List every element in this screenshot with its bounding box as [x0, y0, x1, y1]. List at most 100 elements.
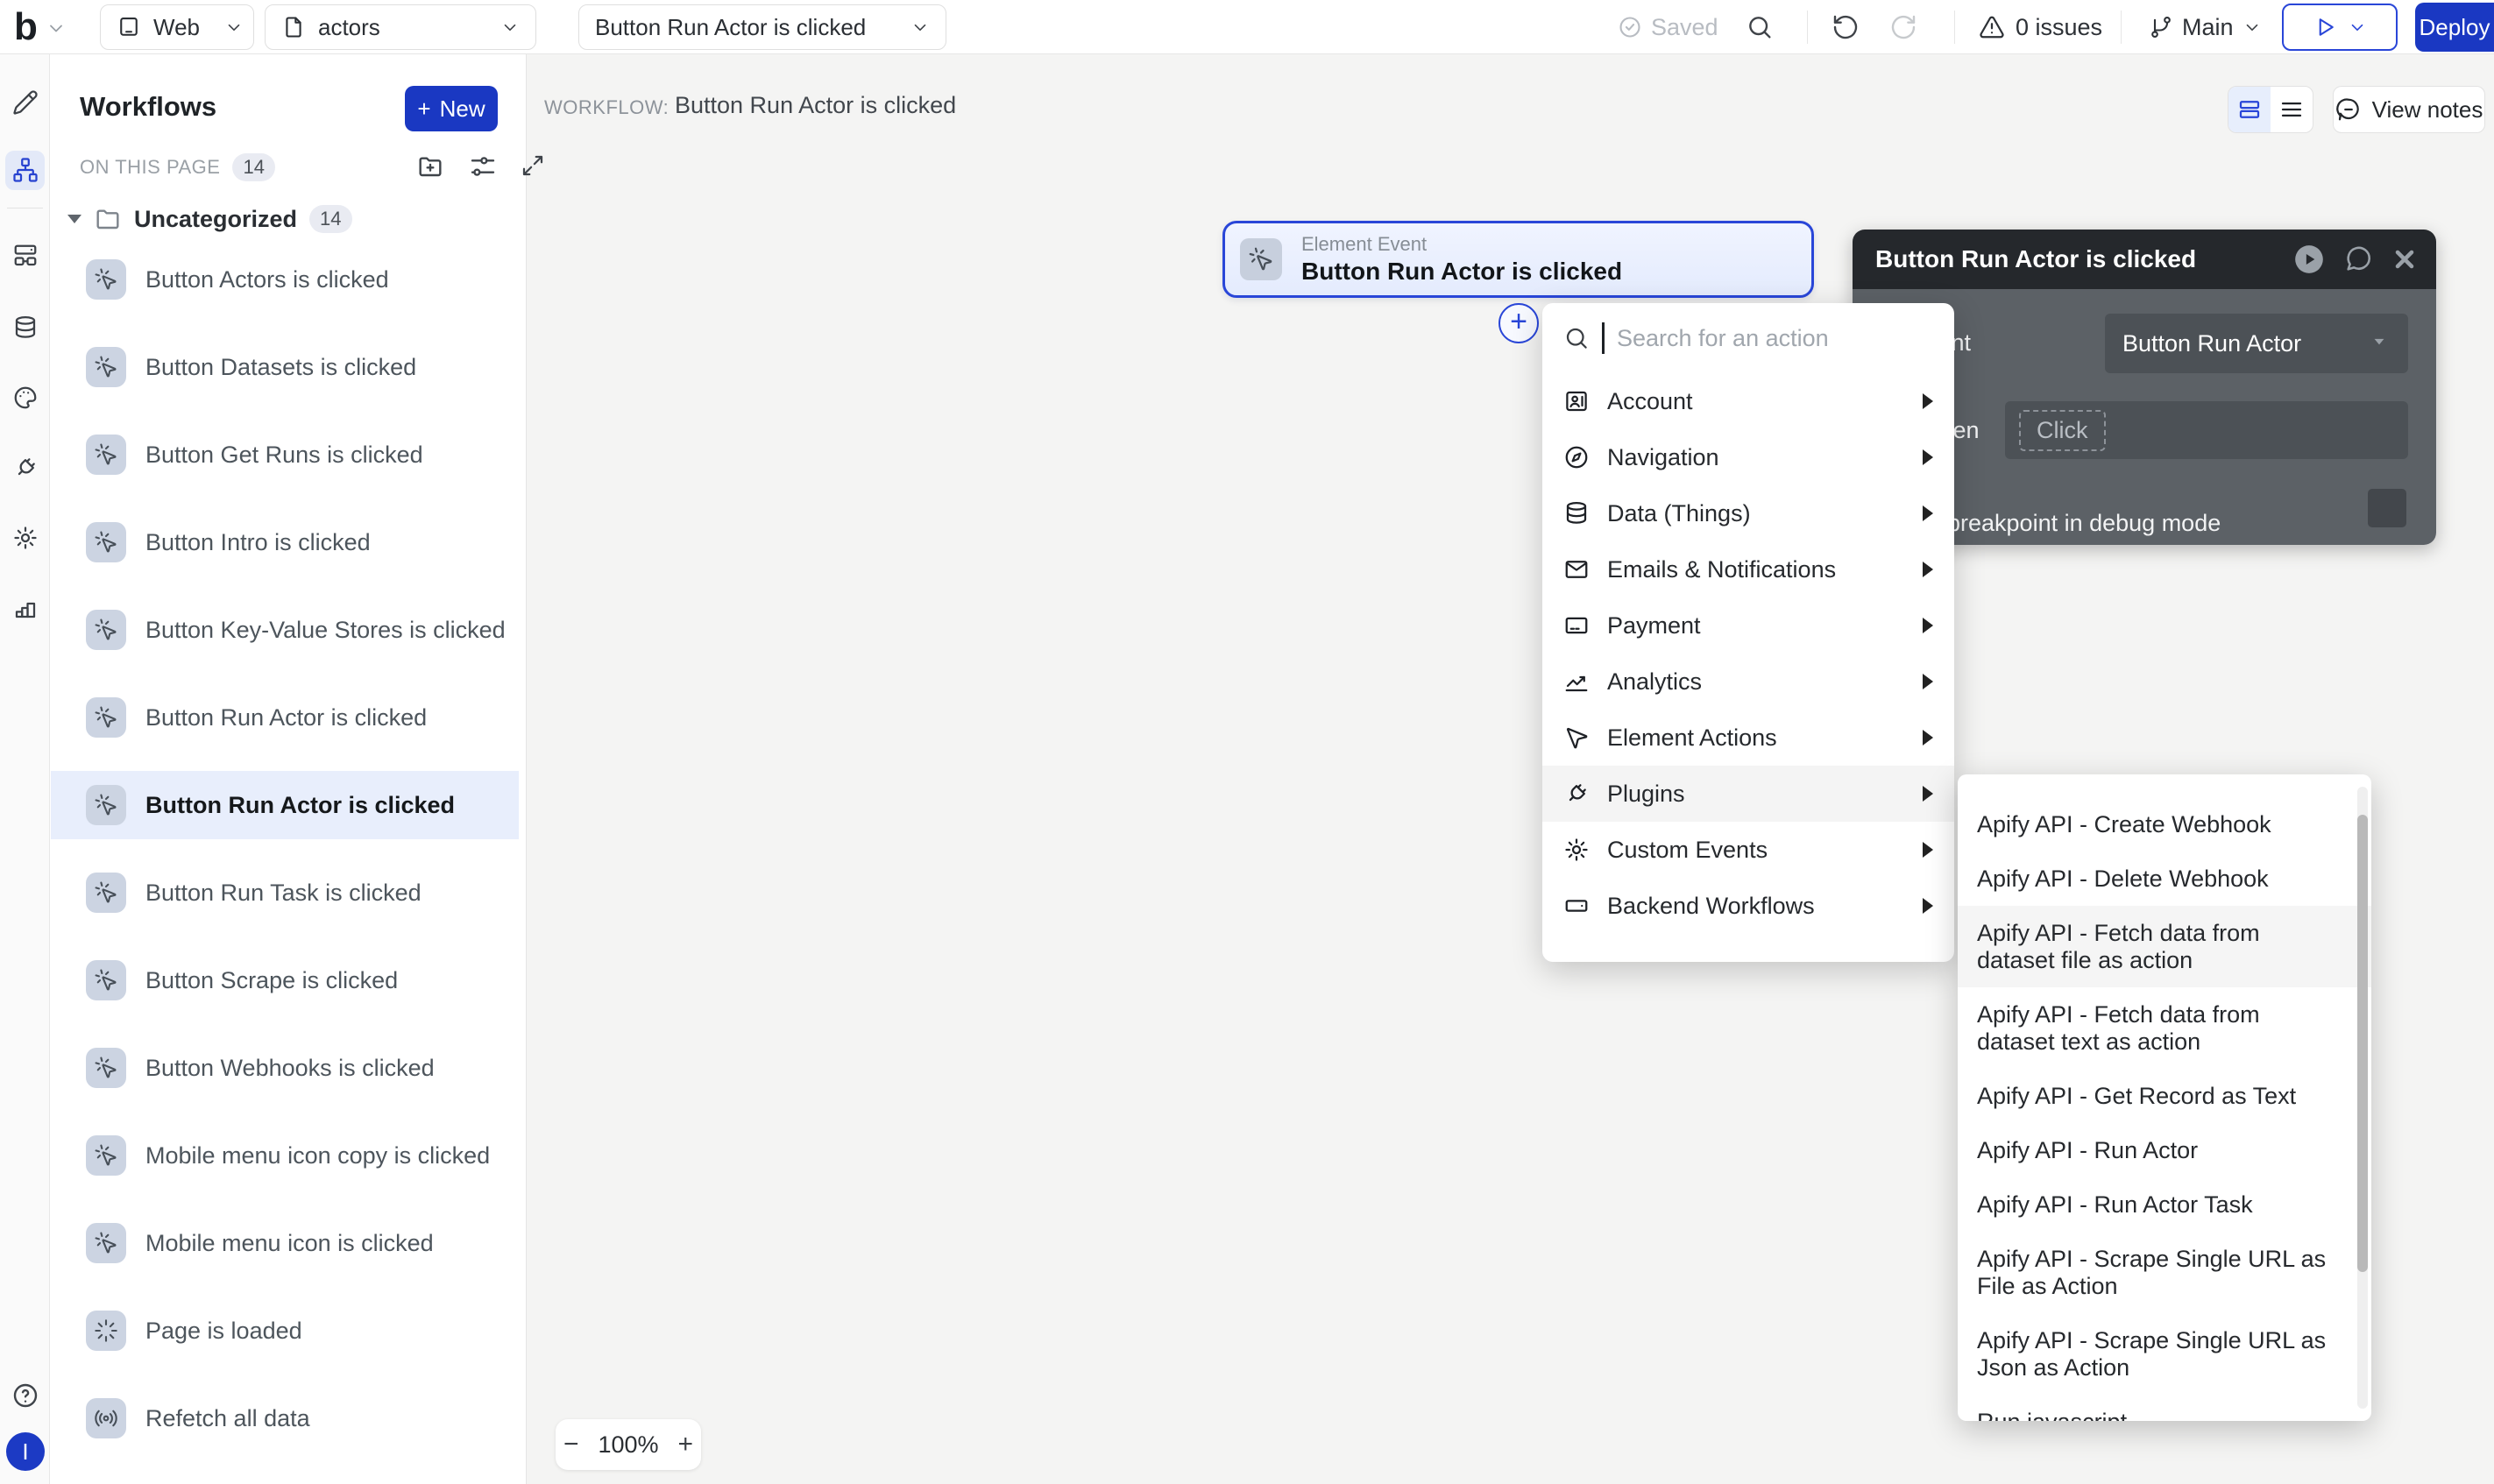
workflow-item[interactable]: Button Run Actor is clicked [51, 683, 519, 752]
settings-gear-icon[interactable] [12, 525, 39, 551]
expand-icon[interactable] [520, 152, 546, 179]
page-dropdown[interactable]: actors [265, 4, 536, 50]
help-icon[interactable] [11, 1382, 39, 1410]
issues-indicator[interactable]: 0 issues [1979, 0, 2102, 54]
page-dropdown-value: actors [318, 14, 380, 41]
add-folder-icon[interactable] [416, 152, 444, 180]
mail-icon [1563, 556, 1590, 583]
workflow-item[interactable]: Button Scrape is clicked [51, 946, 519, 1014]
menu-item-account[interactable]: Account [1542, 373, 1954, 429]
workflow-item[interactable]: Button Intro is clicked [51, 508, 519, 576]
database-icon[interactable] [12, 314, 39, 341]
workflow-dropdown[interactable]: Button Run Actor is clicked [578, 4, 946, 50]
backend-icon[interactable] [12, 243, 39, 269]
workflows-panel: Workflows + New ON THIS PAGE 14 Uncatego… [50, 54, 527, 1484]
workflow-tab-icon[interactable] [12, 157, 39, 183]
view-notes-button[interactable]: View notes [2333, 86, 2485, 133]
workflow-item[interactable]: Button Actors is clicked [51, 245, 519, 314]
view-toggle-group [2228, 86, 2313, 133]
chevron-down-icon [2242, 18, 2262, 37]
menu-item-plugins[interactable]: Plugins [1542, 766, 1954, 822]
workflow-item[interactable]: Mobile menu icon copy is clicked [51, 1121, 519, 1190]
submenu-item[interactable]: Apify API - Scrape Single URL as Json as… [1958, 1313, 2371, 1395]
workflow-item[interactable]: Button Run Task is clicked [51, 859, 519, 927]
folder-uncategorized[interactable]: Uncategorized 14 [67, 205, 352, 233]
logo-chevron-down-icon[interactable] [46, 18, 67, 39]
deploy-button[interactable]: Deploy [2415, 3, 2494, 52]
folder-count-badge: 14 [309, 205, 351, 233]
workflow-item[interactable]: Button Key-Value Stores is clicked [51, 596, 519, 664]
submenu-item[interactable]: Run javascript [1958, 1395, 2371, 1421]
filter-sliders-icon[interactable] [469, 152, 497, 180]
pointer-icon [1563, 724, 1590, 751]
action-search-row[interactable] [1542, 303, 1954, 373]
zoom-out-button[interactable]: − [563, 1430, 579, 1459]
comment-icon[interactable] [2343, 244, 2373, 274]
scrollbar-thumb[interactable] [2357, 815, 2368, 1272]
menu-item-custom-events[interactable]: Custom Events [1542, 822, 1954, 878]
event-node[interactable]: Element Event Button Run Actor is clicke… [1222, 221, 1814, 298]
panel-title: Workflows [80, 91, 216, 123]
menu-item-analytics[interactable]: Analytics [1542, 654, 1954, 710]
cards-view-toggle[interactable] [2228, 87, 2271, 132]
workflow-item[interactable]: Page is loaded [51, 1297, 519, 1365]
menu-item-backend-workflows[interactable]: Backend Workflows [1542, 878, 1954, 934]
zoom-in-button[interactable]: + [678, 1430, 694, 1459]
git-branch-icon [2149, 15, 2173, 39]
check-circle-icon [1618, 15, 1642, 39]
submenu-item[interactable]: Apify API - Get Record as Text [1958, 1069, 2371, 1123]
caret-down-icon [67, 215, 81, 223]
new-workflow-button[interactable]: + New [405, 86, 498, 131]
when-field[interactable]: Click [2005, 401, 2408, 459]
avatar[interactable]: I [6, 1432, 45, 1471]
plus-sign: + [417, 95, 430, 123]
action-search-input[interactable] [1617, 325, 1906, 352]
workflow-item[interactable]: Mobile menu icon is clicked [51, 1209, 519, 1277]
breakpoint-checkbox[interactable] [2368, 489, 2406, 527]
undo-icon[interactable] [1832, 13, 1860, 41]
preview-button[interactable] [2282, 4, 2398, 51]
submenu-item[interactable]: Apify API - Run Actor [1958, 1123, 2371, 1177]
list-view-toggle[interactable] [2271, 87, 2313, 132]
menu-item-navigation[interactable]: Navigation [1542, 429, 1954, 485]
submenu-item[interactable]: Apify API - Delete Webhook [1958, 852, 2371, 906]
design-pencil-icon[interactable] [12, 89, 39, 116]
workflow-item[interactable]: Refetch all data [51, 1384, 519, 1452]
search-icon [1563, 325, 1590, 351]
on-this-page-row: ON THIS PAGE 14 [80, 153, 275, 181]
submenu-item[interactable]: Apify API - Fetch data from dataset text… [1958, 987, 2371, 1069]
menu-item-data[interactable]: Data (Things) [1542, 485, 1954, 541]
cursor-click-icon [86, 610, 126, 650]
submenu-item[interactable]: Apify API - Run Actor Task [1958, 1177, 2371, 1232]
when-value-chip[interactable]: Click [2019, 410, 2106, 451]
run-play-icon[interactable] [2292, 243, 2326, 276]
menu-item-element-actions[interactable]: Element Actions [1542, 710, 1954, 766]
styles-palette-icon[interactable] [12, 385, 39, 411]
workflow-item-selected[interactable]: Button Run Actor is clicked [51, 771, 519, 839]
loader-icon [86, 1311, 126, 1351]
logs-chart-icon[interactable] [12, 595, 39, 621]
plugins-plug-icon[interactable] [12, 455, 39, 481]
workflow-item[interactable]: Button Get Runs is clicked [51, 420, 519, 489]
branch-selector[interactable]: Main [2149, 0, 2262, 54]
submenu-arrow-icon [1923, 898, 1933, 914]
platform-dropdown[interactable]: Web [100, 4, 254, 50]
redo-icon[interactable] [1889, 13, 1917, 41]
workflow-item[interactable]: Button Webhooks is clicked [51, 1034, 519, 1102]
bubble-logo[interactable]: b [14, 5, 44, 49]
divider [2121, 11, 2122, 44]
cursor-click-icon [86, 435, 126, 475]
search-icon[interactable] [1746, 13, 1774, 41]
menu-item-payment[interactable]: Payment [1542, 597, 1954, 654]
cursor-click-icon [86, 873, 126, 913]
submenu-item-hovered[interactable]: Apify API - Fetch data from dataset file… [1958, 906, 2371, 987]
chevron-down-icon [500, 18, 520, 37]
backend-icon [1563, 893, 1590, 919]
element-select[interactable]: Button Run Actor [2105, 314, 2408, 373]
submenu-item[interactable]: Apify API - Create Webhook [1958, 797, 2371, 852]
close-icon[interactable] [2391, 245, 2419, 273]
add-action-button[interactable]: + [1499, 303, 1539, 343]
menu-item-emails[interactable]: Emails & Notifications [1542, 541, 1954, 597]
workflow-item[interactable]: Button Datasets is clicked [51, 333, 519, 401]
submenu-item[interactable]: Apify API - Scrape Single URL as File as… [1958, 1232, 2371, 1313]
